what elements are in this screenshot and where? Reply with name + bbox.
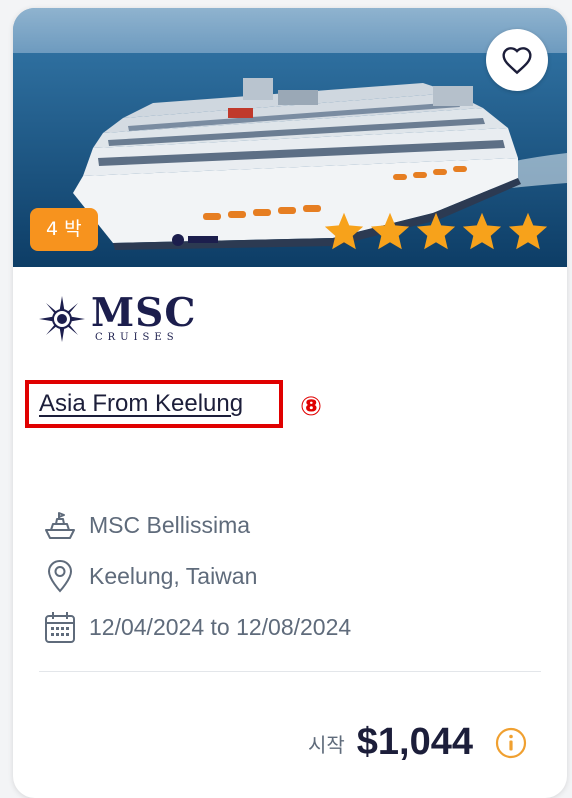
price-value: $1,044 bbox=[356, 721, 473, 763]
star-icon bbox=[416, 212, 456, 250]
favorite-button[interactable] bbox=[486, 29, 548, 91]
divider bbox=[39, 671, 541, 672]
star-icon bbox=[324, 212, 364, 250]
calendar-icon bbox=[43, 610, 77, 644]
ship-photo[interactable]: 4 박 bbox=[13, 8, 567, 267]
compass-rose-icon bbox=[39, 296, 85, 342]
star-icon bbox=[508, 212, 548, 250]
cruise-card[interactable]: 4 박 MSC CRUISES Asia From Keelung ⑧ MSC … bbox=[13, 8, 567, 798]
port-name: Keelung, Taiwan bbox=[89, 562, 258, 589]
star-rating bbox=[323, 211, 549, 251]
sailing-dates: 12/04/2024 to 12/08/2024 bbox=[89, 613, 352, 640]
cruise-title-link[interactable]: Asia From Keelung bbox=[39, 390, 243, 418]
logo-wordmark: MSC bbox=[91, 290, 197, 336]
info-icon[interactable] bbox=[495, 727, 527, 759]
star-icon bbox=[462, 212, 502, 250]
nights-badge: 4 박 bbox=[30, 208, 98, 251]
heart-outline-icon bbox=[502, 47, 532, 75]
star-icon bbox=[370, 212, 410, 250]
ship-name: MSC Bellissima bbox=[89, 511, 251, 538]
price-row: 시작 $1,044 bbox=[308, 721, 527, 764]
price-prefix: 시작 bbox=[307, 733, 345, 757]
location-pin-icon bbox=[43, 559, 77, 593]
cruise-line-logo: MSC CRUISES bbox=[39, 294, 196, 344]
ship-name-row: MSC Bellissima bbox=[43, 508, 250, 542]
ship-icon bbox=[43, 508, 77, 542]
port-row: Keelung, Taiwan bbox=[43, 559, 257, 593]
dates-row: 12/04/2024 to 12/08/2024 bbox=[43, 610, 351, 644]
annotation-marker: ⑧ bbox=[300, 392, 323, 422]
